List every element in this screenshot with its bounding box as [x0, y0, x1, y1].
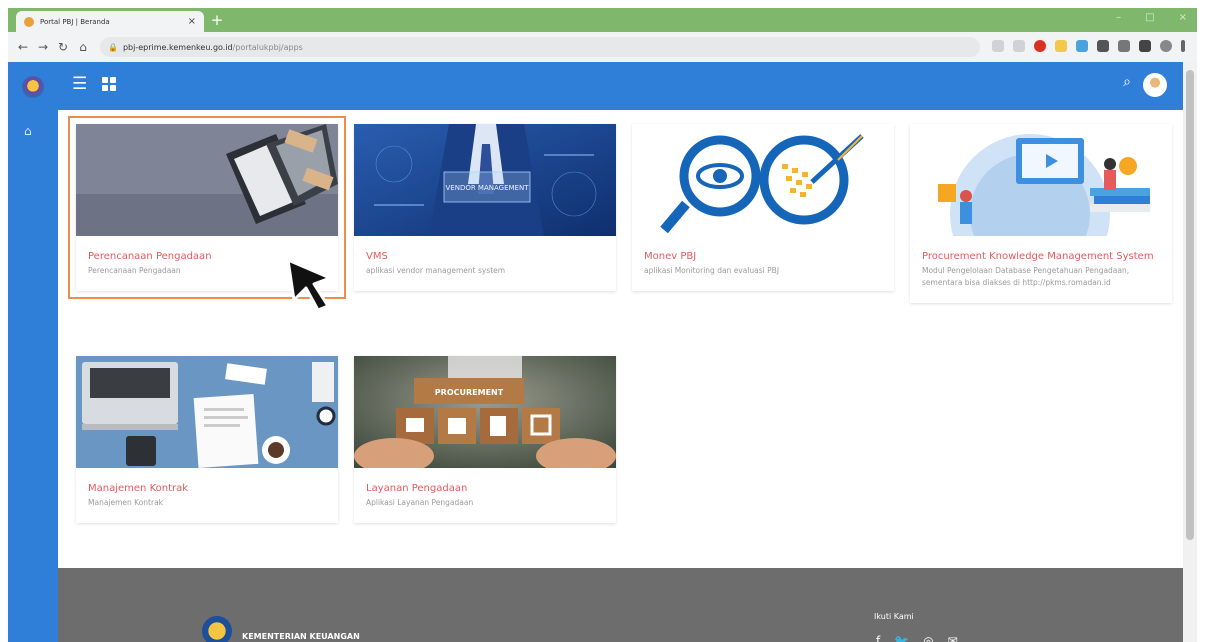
- footer-org-name: KEMENTERIAN KEUANGAN: [242, 632, 360, 641]
- app-card-layanan-pengadaan[interactable]: PROCUREMENT Layanan Pengadaan Aplikasi L…: [354, 356, 616, 523]
- app-logo-icon[interactable]: [22, 76, 44, 98]
- app-header: ☰ ⌕: [58, 62, 1183, 110]
- card-description: Modul Pengelolaan Database Pengetahuan P…: [922, 266, 1130, 287]
- forward-arrow-icon[interactable]: →: [36, 40, 50, 54]
- card-title: Layanan Pengadaan: [366, 483, 468, 494]
- back-arrow-icon[interactable]: ←: [16, 40, 30, 54]
- url-path: /portalukpbj/apps: [232, 42, 303, 52]
- extensions-puzzle-icon[interactable]: [1097, 40, 1109, 52]
- social-links: f 🐦 ◎ ✉: [876, 634, 958, 642]
- extension-yellow-icon[interactable]: [1055, 40, 1067, 52]
- profile-icon[interactable]: [1160, 40, 1172, 52]
- hamburger-menu-icon[interactable]: ☰: [72, 74, 87, 94]
- browser-menu-icon[interactable]: [1181, 40, 1185, 52]
- lock-icon: 🔒: [108, 42, 118, 52]
- sidebar-home-icon[interactable]: ⌂: [24, 124, 32, 138]
- maximize-icon[interactable]: □: [1145, 12, 1154, 23]
- window-controls: – □ ×: [1116, 12, 1187, 23]
- share-icon[interactable]: [992, 40, 1004, 52]
- card-description: aplikasi vendor management system: [366, 266, 506, 275]
- window-close-icon[interactable]: ×: [1179, 12, 1187, 23]
- kemenkeu-logo-icon: [202, 616, 232, 642]
- browser-window: Portal PBJ | Beranda × + – □ × ← → ↻ ⌂ 🔒…: [8, 8, 1197, 642]
- browser-toolbar: ← → ↻ ⌂ 🔒 pbj-eprime.kemenkeu.go.id /por…: [8, 32, 1197, 62]
- card-image-vms: VENDOR MANAGEMENT: [354, 124, 616, 236]
- card-description: Aplikasi Layanan Pengadaan: [366, 498, 474, 507]
- instagram-icon[interactable]: ◎: [923, 634, 933, 642]
- email-icon[interactable]: ✉: [948, 634, 958, 642]
- card-image-layanan: PROCUREMENT: [354, 356, 616, 468]
- user-avatar[interactable]: [1143, 73, 1167, 97]
- site-favicon-icon: [24, 16, 34, 27]
- minimize-icon[interactable]: –: [1116, 12, 1121, 23]
- card-image-kontrak: [76, 356, 338, 468]
- card-title: VMS: [366, 251, 388, 262]
- home-icon[interactable]: ⌂: [76, 40, 90, 54]
- twitter-icon[interactable]: 🐦: [894, 634, 909, 642]
- card-description: Manajemen Kontrak: [88, 498, 164, 507]
- card-image-pkms: [910, 124, 1172, 236]
- tab-bar: Portal PBJ | Beranda × + – □ ×: [8, 8, 1197, 32]
- footer-follow-label: Ikuti Kami: [874, 612, 914, 621]
- mouse-pointer-icon: [286, 258, 332, 312]
- card-title: Procurement Knowledge Management System: [922, 251, 1154, 262]
- card-description: aplikasi Monitoring dan evaluasi PBJ: [644, 266, 780, 275]
- sidebar: ⌂: [8, 62, 58, 642]
- extensions-area: [992, 40, 1185, 52]
- url-host: pbj-eprime.kemenkeu.go.id: [122, 42, 233, 52]
- apps-grid: Perencanaan Pengadaan Perencanaan Pengad…: [58, 110, 1183, 568]
- extension-stop-icon[interactable]: [1034, 40, 1046, 52]
- card-image-laptop: [76, 124, 338, 236]
- scrollbar-thumb[interactable]: [1186, 70, 1194, 540]
- reading-list-icon[interactable]: [1118, 40, 1130, 52]
- procurement-sign-text: PROCUREMENT: [435, 388, 504, 397]
- tab-close-icon[interactable]: ×: [188, 16, 196, 27]
- card-title: Manajemen Kontrak: [88, 483, 189, 494]
- page-scrollbar[interactable]: [1183, 62, 1197, 642]
- side-panel-icon[interactable]: [1139, 40, 1151, 52]
- new-tab-button[interactable]: +: [208, 11, 226, 29]
- vms-banner-text: VENDOR MANAGEMENT: [446, 184, 530, 192]
- card-image-monev: [632, 124, 894, 236]
- search-icon[interactable]: ⌕: [1123, 74, 1131, 90]
- app-card-manajemen-kontrak[interactable]: Manajemen Kontrak Manajemen Kontrak: [76, 356, 338, 523]
- reload-icon[interactable]: ↻: [56, 40, 70, 54]
- address-bar[interactable]: 🔒 pbj-eprime.kemenkeu.go.id /portalukpbj…: [100, 37, 980, 57]
- app-card-pkms[interactable]: Procurement Knowledge Management System …: [910, 124, 1172, 303]
- card-title: Monev PBJ: [644, 251, 697, 262]
- app-card-monev[interactable]: Monev PBJ aplikasi Monitoring dan evalua…: [632, 124, 894, 291]
- page-footer: KEMENTERIAN KEUANGAN Ikuti Kami f 🐦 ◎ ✉: [58, 568, 1183, 642]
- app-card-vms[interactable]: VENDOR MANAGEMENT VMS aplikasi vendor ma…: [354, 124, 616, 291]
- tab-title: Portal PBJ | Beranda: [40, 17, 110, 26]
- bookmark-star-icon[interactable]: [1013, 40, 1025, 52]
- browser-tab[interactable]: Portal PBJ | Beranda ×: [16, 11, 204, 32]
- facebook-icon[interactable]: f: [876, 634, 880, 642]
- extension-blue-icon[interactable]: [1076, 40, 1088, 52]
- apps-grid-icon[interactable]: [102, 77, 116, 91]
